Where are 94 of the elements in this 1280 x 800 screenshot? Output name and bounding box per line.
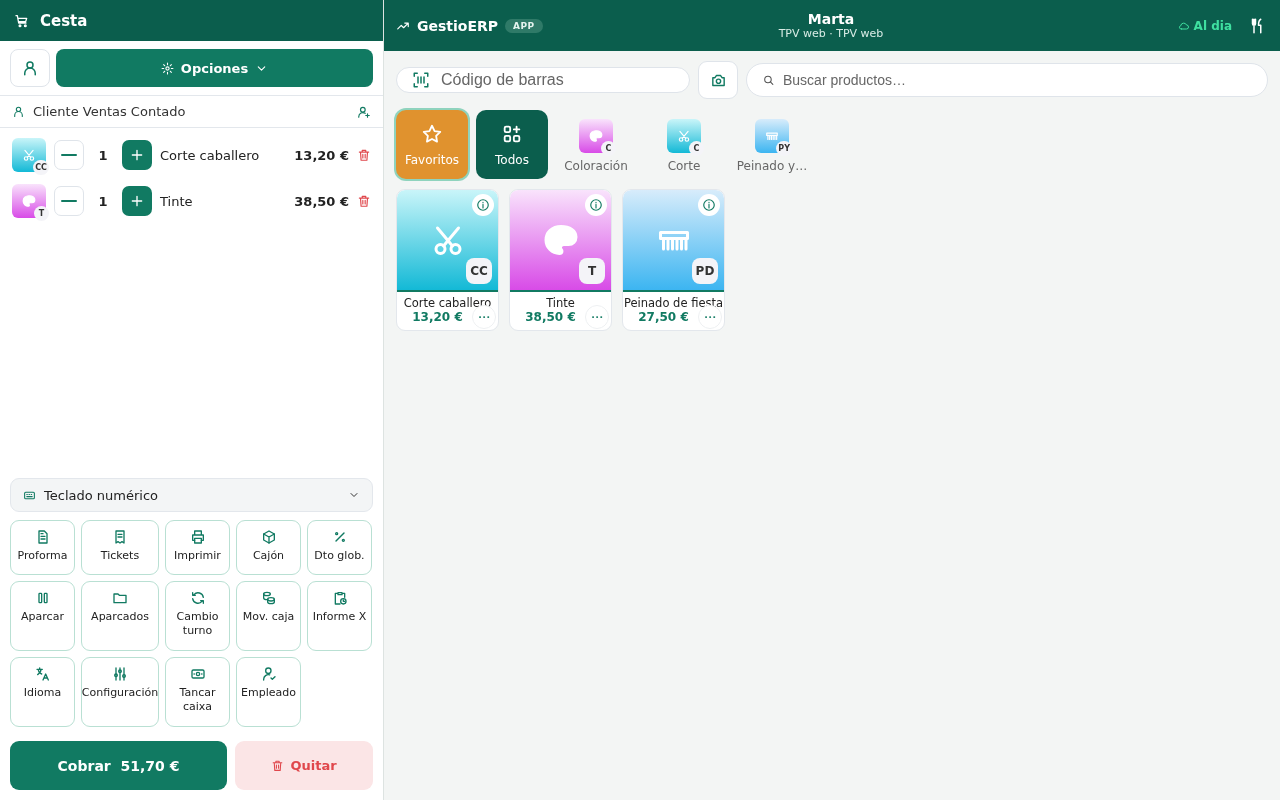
initials-badge: T [579,258,605,284]
comb-icon [765,129,779,143]
action-button[interactable]: Aparcados [81,581,159,651]
item-quantity: 1 [97,147,109,163]
palette-icon [589,129,603,143]
initials-badge: CC [466,258,492,284]
item-name: Corte caballero [160,147,261,163]
folder-icon [112,590,128,606]
barcode-scan-icon [412,71,430,89]
coins-icon [260,590,277,606]
action-button[interactable]: Cambio turno [165,581,230,651]
more-button[interactable] [698,305,722,329]
options-button[interactable]: Opciones [56,49,373,87]
initials-badge: PY [776,141,792,156]
user-name: Marta [807,10,855,28]
sync-status: Al dia [1193,18,1232,33]
decrease-button[interactable] [54,140,84,170]
initials-badge: C [601,141,616,156]
action-button[interactable]: Mov. caja [236,581,301,651]
barcode-field[interactable]: Código de barras [396,67,690,93]
minus-icon [61,199,77,203]
terminal-name: TPV web · TPV web [778,27,884,41]
plus-icon [129,147,145,163]
printer-icon [189,529,206,545]
trash-icon [271,759,285,772]
item-name: Tinte [160,193,194,209]
action-button[interactable]: Cajón [236,520,301,575]
action-button[interactable]: Tickets [81,520,159,575]
action-button[interactable]: Dto glob. [307,520,372,575]
initials-badge: CC [33,160,49,175]
initials-badge: C [689,141,704,156]
action-button[interactable]: Imprimir [165,520,230,575]
info-icon [589,198,603,212]
category-tab[interactable]: PY Peinado y… [732,110,812,179]
palette-icon [22,194,36,208]
product-price: 38,50 € [525,310,576,324]
cloud-icon [1177,19,1190,32]
product-name: Corte caballero [403,296,492,310]
camera-button[interactable] [698,61,738,99]
sliders-icon [112,666,128,682]
action-button[interactable]: Configuración [81,657,159,727]
user-icon [21,59,39,77]
minus-icon [61,153,77,157]
user-icon [12,105,25,118]
trash-icon[interactable] [357,194,371,208]
action-button[interactable]: Tancar caixa [165,657,230,727]
product-card[interactable]: T Tinte 38,50 € [509,189,612,331]
action-button[interactable]: Informe X [307,581,372,651]
scissors-icon [22,148,36,162]
trash-icon[interactable] [357,148,371,162]
plus-icon [129,193,145,209]
search-icon [762,73,775,87]
item-price: 13,20 € [294,147,349,163]
item-quantity: 1 [97,193,109,209]
initials-badge: PD [692,258,718,284]
receipt-icon [112,529,128,545]
search-field[interactable]: Buscar productos… [746,63,1268,97]
action-button[interactable]: Aparcar [10,581,75,651]
decrease-button[interactable] [54,186,84,216]
user-check-icon [260,666,277,682]
palette-icon [542,222,579,258]
product-price: 27,50 € [638,310,689,324]
app-badge: APP [505,18,543,33]
action-button[interactable]: Proforma [10,520,75,575]
increase-button[interactable] [122,186,152,216]
info-icon [476,198,490,212]
more-button[interactable] [472,305,496,329]
category-tab[interactable]: C Corte [644,110,724,179]
customer-name: Cliente Ventas Contado [33,104,187,119]
translate-icon [34,666,51,682]
keypad-toggle[interactable]: Teclado numérico [10,478,373,512]
app-name: GestioERP [417,17,499,34]
category-tab[interactable]: C Coloración [556,110,636,179]
customer-button[interactable] [10,49,50,87]
category-tab[interactable]: Todos [476,110,548,179]
banknote-icon [189,666,206,682]
settings-icon [160,61,174,75]
product-price: 13,20 € [412,310,463,324]
cart-icon [14,12,30,29]
product-name: Tinte [546,296,575,310]
star-icon [421,122,443,145]
action-button[interactable]: Idioma [10,657,75,727]
product-card[interactable]: CC Corte caballero 13,20 € [396,189,499,331]
info-icon [702,198,716,212]
increase-button[interactable] [122,140,152,170]
cube-icon [260,529,277,545]
initials-badge: T [34,206,49,221]
refresh-icon [189,590,206,606]
user-plus-icon[interactable] [357,104,371,119]
charge-button[interactable]: Cobrar 51,70 € [10,741,227,790]
action-button[interactable]: Empleado [236,657,301,727]
scissors-icon [677,129,691,143]
item-price: 38,50 € [294,193,349,209]
panel-title: Cesta [40,11,88,30]
